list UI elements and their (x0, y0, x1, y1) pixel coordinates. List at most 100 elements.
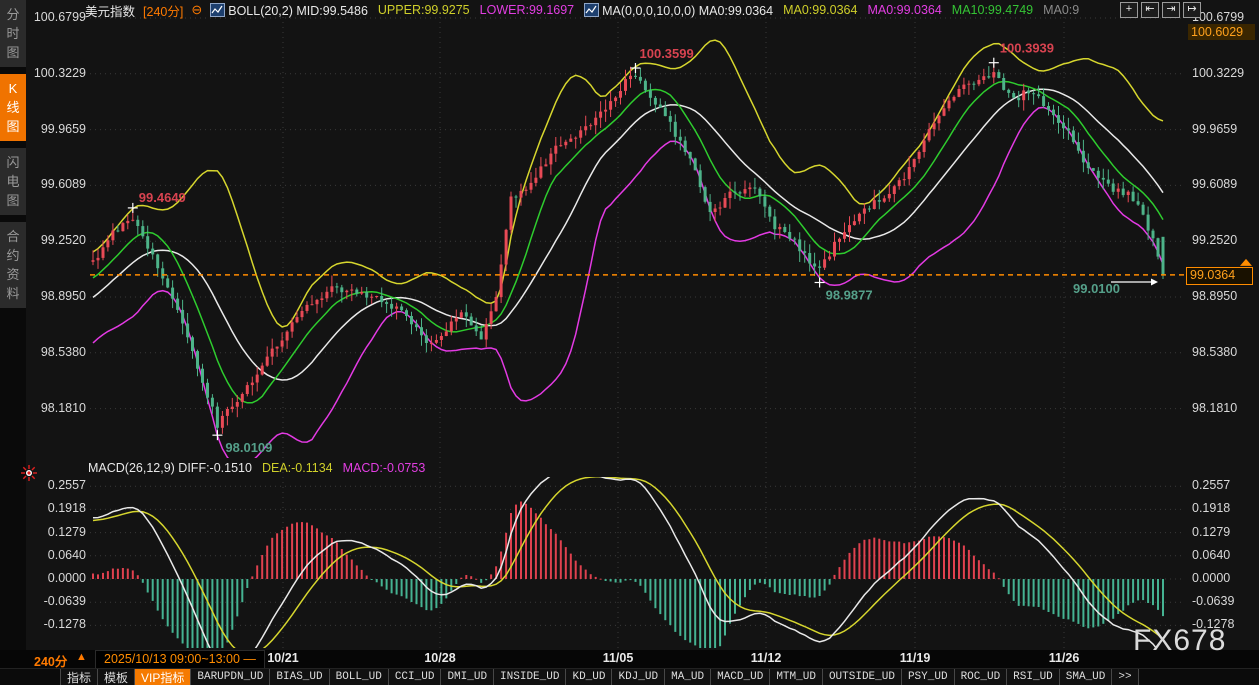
app-window: 分 时 图 K 线 图闪 电 图合 约 资 料 美元指数 [240分] ⊖ BOL… (0, 0, 1259, 685)
indicator-toolbar: 指标模板VIP指标BARUPDN_UDBIAS_UDBOLL_UDCCI_UDD… (0, 668, 1259, 685)
period-label[interactable]: [240分] (143, 1, 183, 20)
indicator-values: BOLL(20,2) MID:99.5486 UPPER:99.9275 LOWER… (210, 3, 1079, 18)
toolbar-item-insideud[interactable]: INSIDE_UD (494, 669, 566, 685)
collapse-icon[interactable]: ⊖ (191, 2, 202, 18)
macd-settings-icon[interactable] (21, 465, 37, 486)
price-tick-right-7: 98.1810 (1192, 401, 1237, 415)
price-annotations: 99.464998.0109100.359998.9877100.393999.… (128, 41, 1158, 456)
price-tick-right-5: 98.8950 (1192, 289, 1237, 303)
x-date-11/19: 11/19 (900, 651, 931, 665)
session-high-label: 100.6029 (1188, 24, 1255, 40)
toolbar-item-dmiud[interactable]: DMI_UD (441, 669, 494, 685)
toolbar-item-psyud[interactable]: PSY_UD (902, 669, 955, 685)
price-tick-left-4: 99.2520 (28, 233, 86, 247)
chart-header: 美元指数 [240分] ⊖ BOLL(20,2) MID:99.5486 UPPE… (85, 2, 1079, 18)
macd-tick-right-0: 0.2557 (1192, 478, 1230, 492)
price-tick-left-3: 99.6089 (28, 177, 86, 191)
dea-line (93, 477, 1163, 650)
sidebar-item-3[interactable]: 合 约 资 料 (0, 222, 26, 308)
toolbar-item-vip[interactable]: VIP指标 (135, 669, 191, 685)
brand-watermark: FX678 (1133, 624, 1226, 658)
macd-tick-left-6: -0.1278 (28, 617, 86, 631)
price-tick-left-6: 98.5380 (28, 345, 86, 359)
x-date-11/05: 11/05 (603, 651, 634, 665)
annotation-100.3939: 100.3939 (1000, 41, 1054, 56)
header-indicator-text: MA0:99.0364 (783, 3, 857, 17)
toolbar-item-cciud[interactable]: CCI_UD (389, 669, 442, 685)
price-tick-right-2: 99.9659 (1192, 122, 1237, 136)
left-sidebar: 分 时 图 K 线 图闪 电 图合 约 资 料 (0, 0, 26, 650)
indicator-chip-icon[interactable] (584, 3, 599, 17)
price-tick-right-1: 100.3229 (1192, 66, 1244, 80)
annotation-99.0100: 99.0100 (1073, 281, 1120, 296)
header-indicator-value: MA(0,0,0,10,0,0) MA0:99.0364 (584, 3, 773, 18)
price-pane[interactable] (92, 40, 1165, 466)
toolbar-item-kdjud[interactable]: KDJ_UD (612, 669, 665, 685)
macd-indicator-text: MACD(26,12,9) DIFF:-0.1510 (88, 461, 252, 475)
toolbar-item-mtmud[interactable]: MTM_UD (770, 669, 823, 685)
macd-tick-right-1: 0.1918 (1192, 501, 1230, 515)
toolbar-item-bollud[interactable]: BOLL_UD (330, 669, 389, 685)
compress-x-axis-icon[interactable]: ⇤ (1141, 2, 1159, 18)
macd-tick-left-1: 0.1918 (28, 501, 86, 515)
boll-lower-line (93, 107, 1163, 465)
macd-tick-right-3: 0.0640 (1192, 548, 1230, 562)
header-indicator-value: BOLL(20,2) MID:99.5486 (210, 3, 368, 18)
price-tick-right-3: 99.6089 (1192, 177, 1237, 191)
expand-x-axis-icon[interactable]: ⇥ (1162, 2, 1180, 18)
candles-layer (92, 63, 1165, 436)
x-axis-row: 240分 ▲ 2025/10/13 09:00~13:00 — 10/2110/… (0, 650, 1259, 668)
price-tick-left-5: 98.8950 (28, 289, 86, 303)
header-indicator-text: MA0:99.0364 (867, 3, 941, 17)
toolbar-item->>[interactable]: >> (1112, 669, 1138, 685)
chart-window-icons: +⇤⇥↦ (1120, 2, 1201, 18)
macd-tick-right-2: 0.1279 (1192, 525, 1230, 539)
x-date-11/26: 11/26 (1049, 651, 1080, 665)
sidebar-item-1[interactable]: K 线 图 (0, 74, 26, 141)
macd-pane[interactable] (92, 470, 1164, 650)
annotation-99.4649: 99.4649 (139, 190, 186, 205)
price-tick-right-4: 99.2520 (1192, 233, 1237, 247)
macd-tick-left-2: 0.1279 (28, 525, 86, 539)
grid-lines (90, 12, 1185, 648)
toolbar-item-[interactable]: 模板 (98, 669, 135, 685)
header-indicator-value: UPPER:99.9275 (378, 3, 470, 17)
toolbar-item-kdud[interactable]: KD_UD (566, 669, 612, 685)
sidebar-item-0[interactable]: 分 时 图 (0, 0, 26, 67)
date-range-box[interactable]: 2025/10/13 09:00~13:00 — (95, 650, 265, 669)
macd-indicator-text: MACD:-0.0753 (343, 461, 426, 475)
x-date-10/28: 10/28 (424, 651, 455, 665)
sidebar-item-2[interactable]: 闪 电 图 (0, 148, 26, 215)
toolbar-item-[interactable]: 指标 (60, 669, 98, 685)
toolbar-item-smaud[interactable]: SMA_UD (1060, 669, 1113, 685)
symbol-name: 美元指数 (85, 1, 135, 20)
pan-right-icon[interactable]: ↦ (1183, 2, 1201, 18)
toolbar-item-biasud[interactable]: BIAS_UD (270, 669, 329, 685)
period-up-icon[interactable]: ▲ (76, 651, 87, 663)
header-indicator-value: MA0:9 (1043, 3, 1079, 17)
toolbar-item-barupdnud[interactable]: BARUPDN_UD (191, 669, 270, 685)
header-indicator-value: MA0:99.0364 (783, 3, 857, 17)
toolbar-item-rocud[interactable]: ROC_UD (955, 669, 1008, 685)
price-tick-left-1: 100.3229 (28, 66, 86, 80)
toolbar-item-rsiud[interactable]: RSI_UD (1007, 669, 1060, 685)
indicator-chip-icon[interactable] (210, 3, 225, 17)
toolbar-item-outsideud[interactable]: OUTSIDE_UD (823, 669, 902, 685)
chart-canvas[interactable]: 99.464998.0109100.359998.9877100.393999.… (0, 0, 1259, 650)
header-indicator-text: UPPER:99.9275 (378, 3, 470, 17)
macd-tick-left-4: 0.0000 (28, 571, 86, 585)
toolbar-item-macdud[interactable]: MACD_UD (711, 669, 770, 685)
header-indicator-value: LOWER:99.1697 (480, 3, 575, 17)
macd-tick-left-5: -0.0639 (28, 594, 86, 608)
header-indicator-text: MA0:9 (1043, 3, 1079, 17)
x-date-11/12: 11/12 (751, 651, 782, 665)
macd-tick-left-3: 0.0640 (28, 548, 86, 562)
macd-tick-right-4: 0.0000 (1192, 571, 1230, 585)
price-tick-left-7: 98.1810 (28, 401, 86, 415)
header-indicator-value: MA0:99.0364 (867, 3, 941, 17)
move-icon[interactable]: + (1120, 2, 1138, 18)
header-indicator-text: MA(0,0,0,10,0,0) MA0:99.0364 (602, 4, 773, 18)
price-tick-left-0: 100.6799 (28, 10, 86, 24)
annotation-100.3599: 100.3599 (640, 46, 694, 61)
toolbar-item-maud[interactable]: MA_UD (665, 669, 711, 685)
